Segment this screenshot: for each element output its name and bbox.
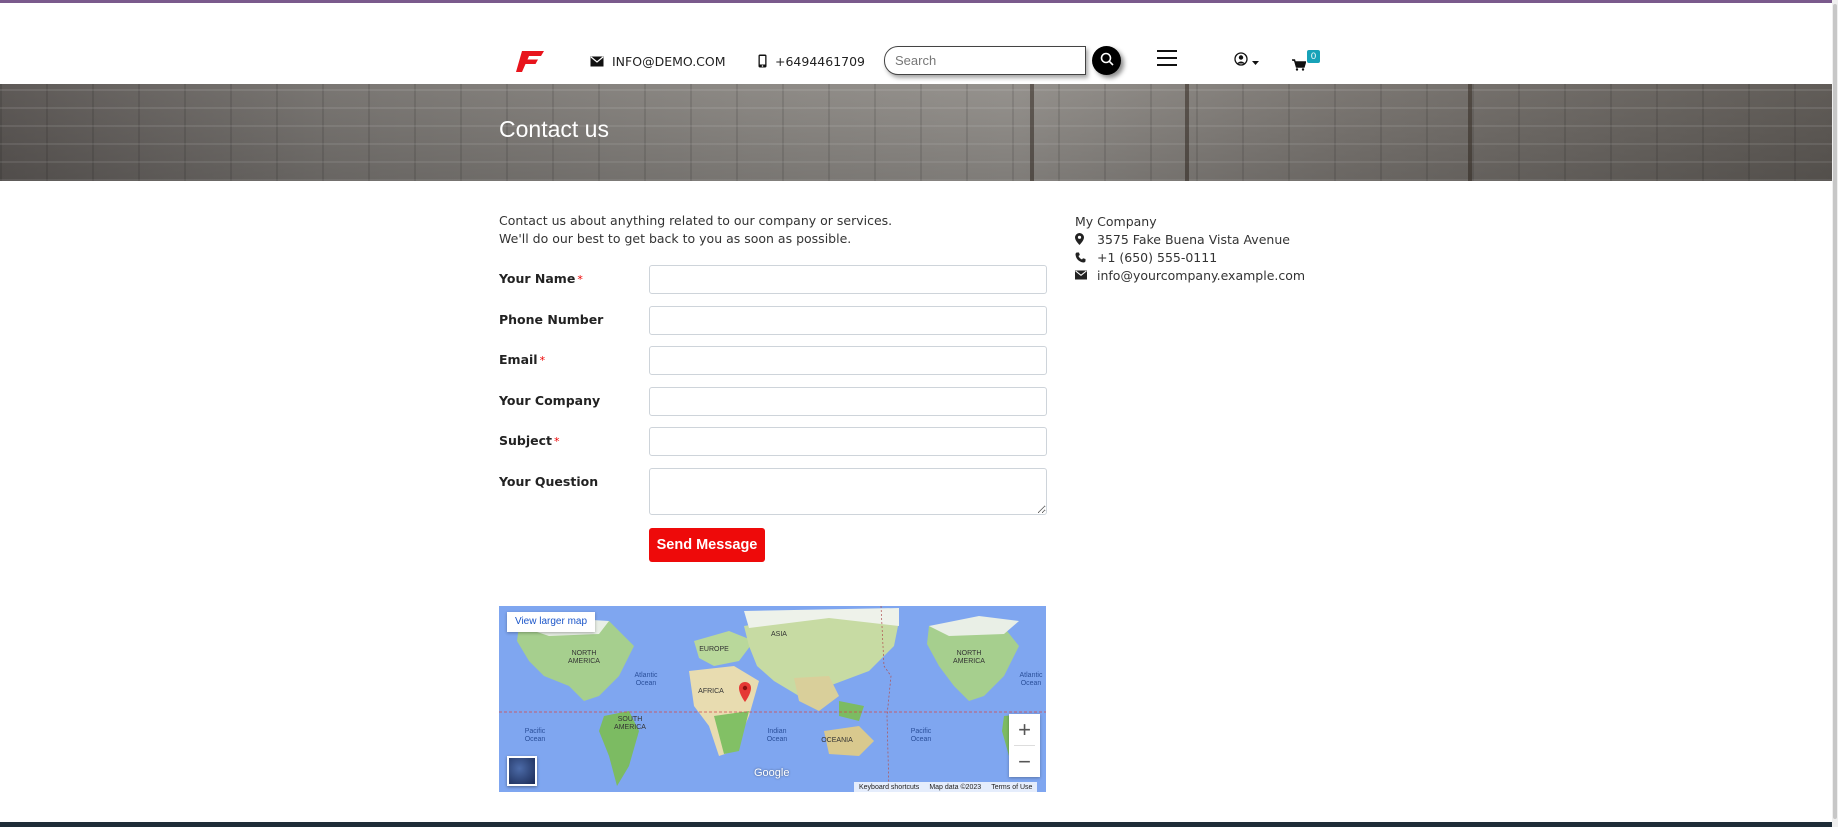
- company-phone-row: +1 (650) 555-0111: [1075, 248, 1305, 266]
- mobile-phone-icon: [758, 54, 767, 68]
- user-menu-toggle[interactable]: [1234, 51, 1259, 70]
- map-label-pacific: Pacific Ocean: [524, 728, 546, 743]
- form-row-name: Your Name *: [499, 265, 1047, 294]
- map-marker-icon: [1075, 233, 1097, 245]
- map-label-atlantic: Atlantic Ocean: [634, 672, 658, 687]
- menu-hamburger-icon[interactable]: [1157, 50, 1177, 68]
- scrollbar-thumb[interactable]: [1833, 4, 1837, 819]
- phone-icon: [1075, 252, 1097, 263]
- map-label-indian: Indian Ocean: [766, 728, 788, 743]
- form-row-question: Your Question: [499, 468, 1047, 515]
- company-email: info@yourcompany.example.com: [1097, 267, 1306, 283]
- cart-link[interactable]: 0: [1292, 48, 1322, 71]
- map-label-atlantic-2: Atlantic Ocean: [1019, 672, 1043, 687]
- form-row-phone: Phone Number: [499, 306, 1047, 335]
- send-message-button[interactable]: Send Message: [649, 528, 765, 562]
- name-label: Your Name *: [499, 271, 583, 286]
- search-form: [884, 46, 1122, 75]
- map-label-europe: EUROPE: [699, 646, 729, 653]
- map-zoom-out-button[interactable]: −: [1009, 746, 1040, 777]
- header-email-text: INFO@DEMO.COM: [612, 53, 726, 69]
- company-email-row[interactable]: info@yourcompany.example.com: [1075, 266, 1305, 284]
- form-row-company: Your Company: [499, 387, 1047, 416]
- header-email[interactable]: INFO@DEMO.COM: [590, 52, 726, 70]
- required-mark: *: [577, 273, 583, 286]
- subject-input[interactable]: [649, 427, 1047, 456]
- map-label-asia: ASIA: [771, 631, 787, 638]
- map-zoom-in-button[interactable]: +: [1009, 714, 1040, 745]
- company-label: Your Company: [499, 393, 601, 408]
- google-logo: Google: [754, 767, 790, 779]
- envelope-icon: [590, 56, 604, 67]
- phone-input[interactable]: [649, 306, 1047, 335]
- search-icon: [1100, 52, 1114, 69]
- terms-of-use-link[interactable]: Terms of Use: [986, 784, 1037, 791]
- required-mark: *: [554, 435, 560, 448]
- phone-label: Phone Number: [499, 312, 604, 327]
- map-zoom-controls: + −: [1009, 714, 1040, 777]
- brand-logo[interactable]: [516, 43, 546, 75]
- map-footer: Keyboard shortcuts Map data ©2023 Terms …: [854, 782, 1038, 792]
- company-input[interactable]: [649, 387, 1047, 416]
- view-larger-map-link[interactable]: View larger map: [507, 612, 595, 632]
- map-label-africa: AFRICA: [698, 688, 724, 695]
- page-banner: [0, 84, 1832, 181]
- cart-count-badge: 0: [1307, 50, 1320, 63]
- envelope-icon: [1075, 270, 1097, 280]
- company-name: My Company: [1075, 213, 1157, 229]
- search-button[interactable]: [1092, 46, 1121, 75]
- question-textarea[interactable]: [649, 468, 1047, 515]
- footer-band: [0, 822, 1838, 827]
- map-label-south-america: SOUTH AMERICA: [614, 716, 646, 731]
- form-row-subject: Subject *: [499, 427, 1047, 456]
- caret-down-icon: [1252, 51, 1259, 70]
- required-mark: *: [539, 354, 546, 367]
- site-header: INFO@DEMO.COM +6494461709 0: [0, 3, 1838, 84]
- map-label-pacific-2: Pacific Ocean: [910, 728, 932, 743]
- google-map[interactable]: View larger map NORTH AMERICA EUROPE ASI…: [499, 606, 1046, 792]
- name-input[interactable]: [649, 265, 1047, 294]
- map-label-north-america: NORTH AMERICA: [568, 650, 600, 665]
- company-phone: +1 (650) 555-0111: [1097, 249, 1218, 265]
- header-phone-text: +6494461709: [775, 53, 866, 69]
- satellite-view-toggle[interactable]: [507, 756, 537, 786]
- intro-line-2: We'll do our best to get back to you as …: [499, 231, 852, 246]
- search-input[interactable]: [884, 46, 1086, 75]
- question-label: Your Question: [499, 474, 599, 489]
- map-label-north-america-2: NORTH AMERICA: [953, 650, 985, 665]
- form-row-email: Email *: [499, 346, 1047, 375]
- intro-line-1: Contact us about anything related to our…: [499, 213, 893, 228]
- company-address-row: 3575 Fake Buena Vista Avenue: [1075, 230, 1305, 248]
- email-label: Email *: [499, 352, 546, 367]
- map-data-text: Map data ©2023: [929, 783, 982, 791]
- intro-text: Contact us about anything related to our…: [499, 212, 892, 248]
- subject-label: Subject *: [499, 433, 560, 448]
- user-circle-icon: [1234, 51, 1248, 70]
- company-address: 3575 Fake Buena Vista Avenue: [1097, 231, 1290, 247]
- map-label-oceania: OCEANIA: [821, 737, 853, 744]
- page-scrollbar[interactable]: [1832, 0, 1838, 827]
- page-title: Contact us: [499, 116, 609, 142]
- keyboard-shortcuts-link[interactable]: Keyboard shortcuts: [854, 784, 924, 791]
- company-info: My Company 3575 Fake Buena Vista Avenue …: [1075, 212, 1305, 284]
- shopping-cart-icon: [1292, 56, 1307, 75]
- header-phone[interactable]: +6494461709: [758, 52, 865, 70]
- email-input[interactable]: [649, 346, 1047, 375]
